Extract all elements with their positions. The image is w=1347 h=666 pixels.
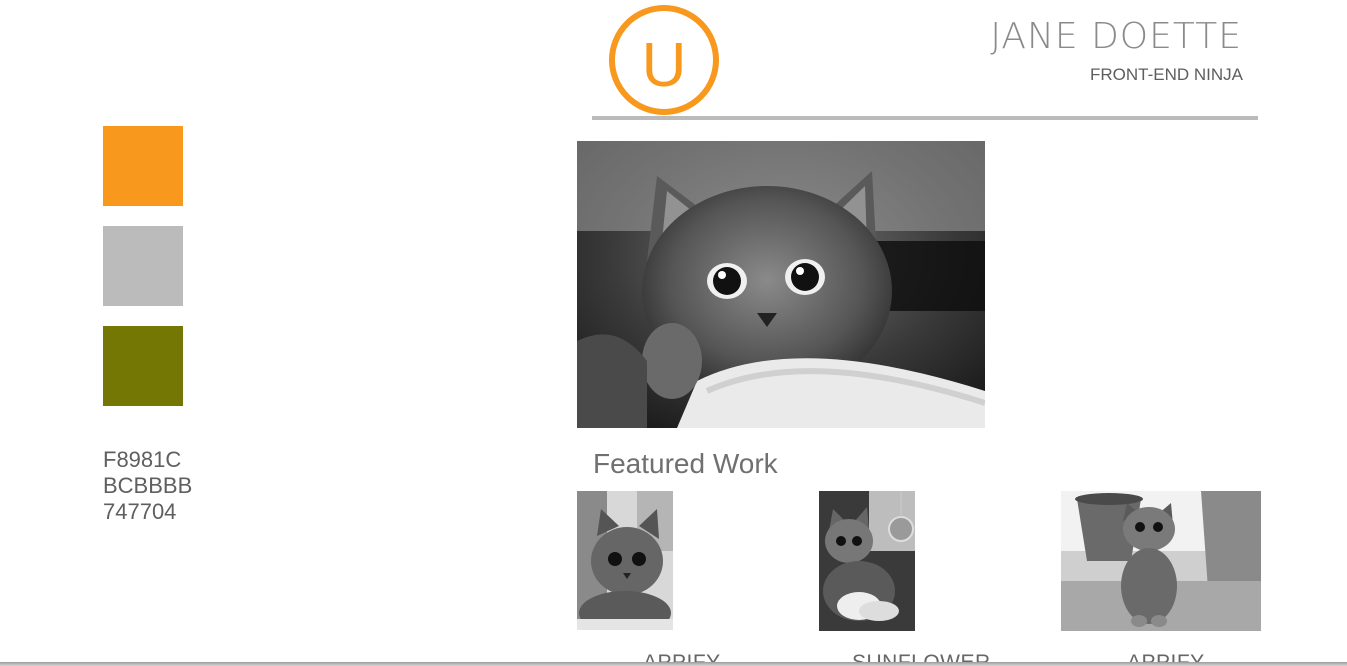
kitten-photo-icon: [577, 141, 985, 428]
work-thumbnail[interactable]: [577, 491, 673, 630]
hex-code: F8981C: [103, 447, 182, 472]
site-name: JANE DOETTE: [990, 16, 1242, 57]
bottom-scroll-edge: [0, 662, 1347, 666]
kitten-photo-icon: [1061, 491, 1261, 631]
logo-letter: U: [642, 31, 687, 100]
logo[interactable]: U: [607, 3, 721, 117]
kitten-photo-icon: [819, 491, 915, 631]
swatch-orange: [103, 126, 183, 206]
featured-work-heading: Featured Work: [593, 448, 778, 479]
hex-code-list: F8981C BCBBBB 747704: [103, 447, 192, 525]
work-thumbnail[interactable]: [819, 491, 915, 631]
logo-icon: U: [609, 5, 719, 115]
hex-code: 747704: [103, 499, 177, 524]
swatch-gray: [103, 226, 183, 306]
kitten-photo-icon: [577, 491, 673, 630]
work-thumbnail[interactable]: [1061, 491, 1261, 631]
header-divider: [592, 116, 1258, 120]
hero-image: [577, 141, 985, 428]
site-tagline: FRONT-END NINJA: [1090, 65, 1243, 84]
hex-code: BCBBBB: [103, 473, 193, 498]
swatch-olive: [103, 326, 183, 406]
